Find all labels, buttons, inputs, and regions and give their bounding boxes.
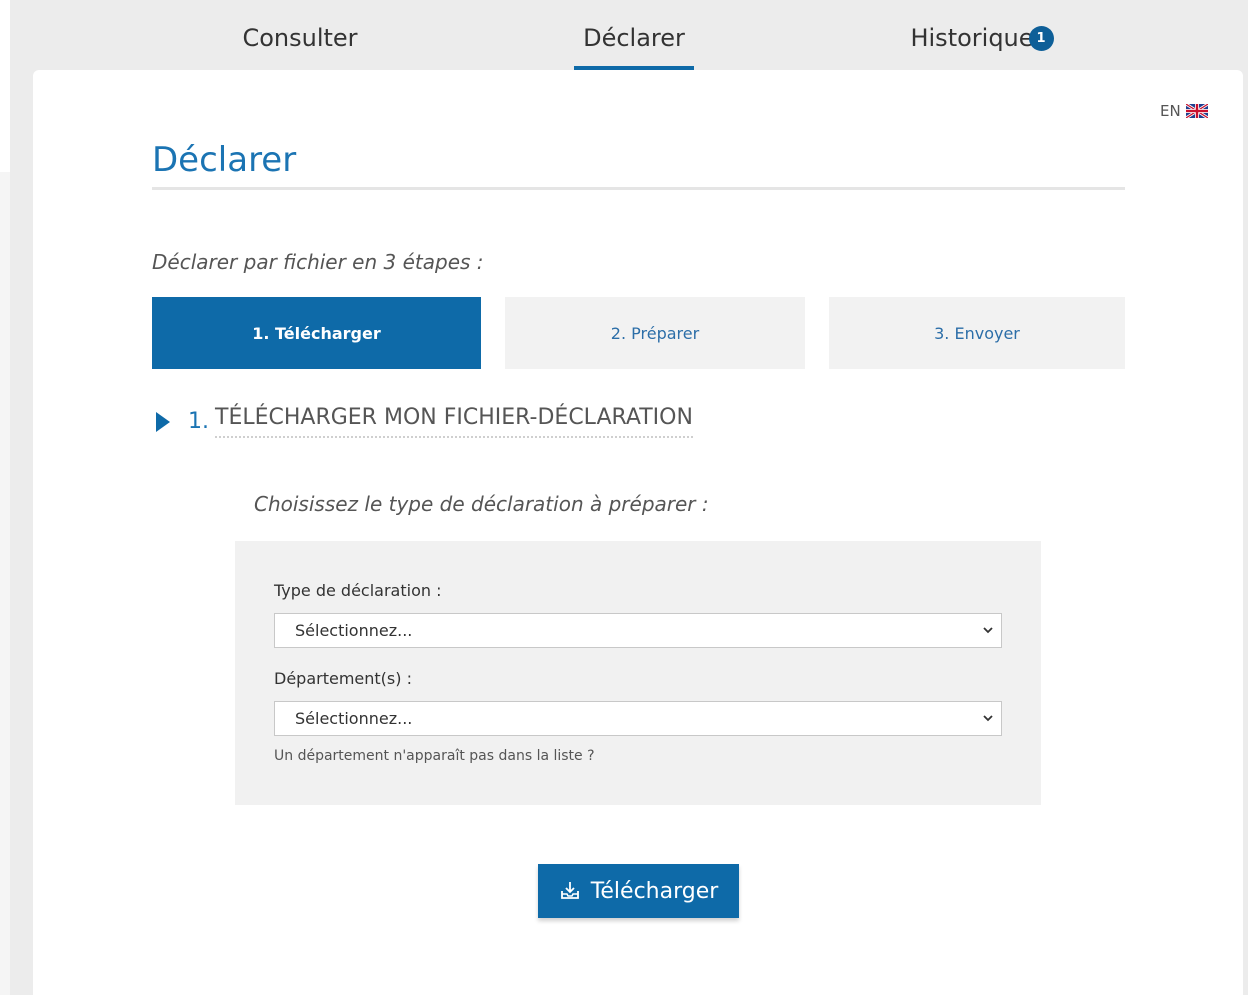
step-envoyer[interactable]: 3. Envoyer: [829, 297, 1125, 369]
step-telecharger[interactable]: 1. Télécharger: [152, 297, 481, 369]
tab-historique-label: Historique: [910, 24, 1034, 52]
notification-badge: 1: [1028, 26, 1054, 51]
tab-declarer[interactable]: Déclarer: [574, 6, 694, 70]
left-edge: [0, 0, 10, 172]
tab-historique-label-wrap: Historique 1: [910, 24, 1054, 52]
tab-consulter-label: Consulter: [242, 24, 358, 52]
section-toggle[interactable]: 1. TÉLÉCHARGER MON FICHIER-DÉCLARATION: [156, 405, 693, 438]
left-strip: [0, 172, 10, 995]
step-preparer-label: 2. Préparer: [610, 323, 700, 343]
main-card: [33, 70, 1243, 995]
step-preparer[interactable]: 2. Préparer: [505, 297, 805, 369]
chevron-down-icon: [983, 715, 993, 722]
step-envoyer-label: 3. Envoyer: [934, 323, 1020, 343]
tab-consulter[interactable]: Consulter: [231, 6, 369, 70]
download-button[interactable]: Télécharger: [538, 864, 739, 918]
top-navigation: Consulter Déclarer Historique 1: [10, 6, 1248, 70]
type-declaration-label: Type de déclaration :: [274, 581, 442, 600]
departement-value: Sélectionnez...: [295, 709, 413, 728]
step-telecharger-label: 1. Télécharger: [252, 323, 381, 343]
caret-right-icon: [156, 411, 170, 432]
declaration-prompt: Choisissez le type de déclaration à prép…: [254, 492, 709, 516]
uk-flag-icon: [1185, 104, 1208, 118]
download-button-label: Télécharger: [590, 878, 719, 904]
page-title: Déclarer: [152, 140, 297, 180]
missing-departement-link[interactable]: Un département n'apparaît pas dans la li…: [274, 748, 595, 764]
departement-select[interactable]: Sélectionnez...: [274, 701, 1002, 736]
download-icon: [560, 882, 579, 899]
type-declaration-select[interactable]: Sélectionnez...: [274, 613, 1002, 648]
section-title: TÉLÉCHARGER MON FICHIER-DÉCLARATION: [215, 405, 693, 438]
language-label: EN: [1160, 102, 1181, 120]
departement-label: Département(s) :: [274, 669, 412, 688]
chevron-down-icon: [983, 627, 993, 634]
title-divider: [152, 187, 1125, 190]
steps-intro: Déclarer par fichier en 3 étapes :: [152, 250, 484, 274]
language-switch[interactable]: EN: [1160, 102, 1208, 120]
type-declaration-value: Sélectionnez...: [295, 621, 413, 640]
tab-historique[interactable]: Historique 1: [910, 6, 1054, 70]
section-number: 1.: [188, 409, 209, 434]
tab-declarer-label: Déclarer: [583, 24, 685, 52]
